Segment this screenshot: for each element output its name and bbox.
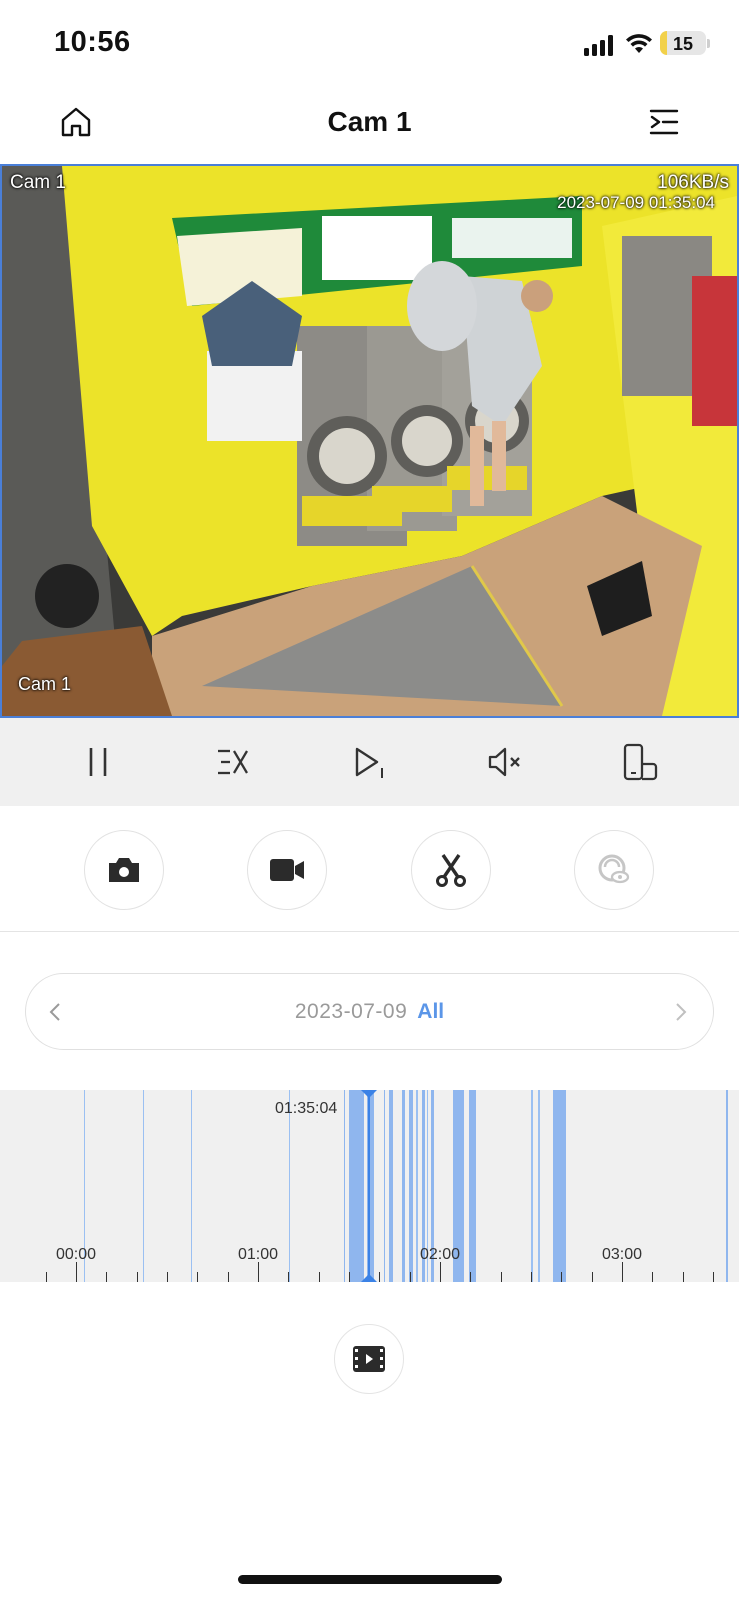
pause-icon[interactable] [78, 742, 118, 782]
speed-icon[interactable] [213, 742, 253, 782]
recording-segment[interactable] [725, 1090, 728, 1282]
hour-label: 01:00 [237, 1246, 279, 1263]
timeline-tick [45, 1272, 47, 1282]
battery-level: 15 [672, 34, 694, 54]
menu-indent-icon[interactable] [648, 106, 680, 138]
timeline-cursor[interactable] [368, 1090, 370, 1282]
record-button[interactable] [247, 830, 327, 910]
video-list-icon [353, 1346, 385, 1372]
recording-segment[interactable] [143, 1090, 145, 1282]
smart-search-icon [598, 854, 630, 884]
clip-button[interactable] [411, 830, 491, 910]
page-title: Cam 1 [327, 106, 412, 137]
selected-date[interactable]: 2023-07-09 [295, 1000, 407, 1023]
status-bar: 10:56 15 [0, 0, 739, 90]
cursor-time: 01:35:04 [275, 1100, 338, 1117]
timeline-tick [167, 1272, 168, 1282]
chevron-right-icon[interactable] [670, 1001, 690, 1023]
hour-label: 00:00 [55, 1246, 97, 1263]
timeline-tick [197, 1272, 199, 1282]
timeline-tick [531, 1272, 532, 1282]
timeline-tick [652, 1272, 654, 1282]
recording-segment[interactable] [531, 1090, 533, 1282]
timeline-tick [227, 1272, 229, 1282]
timeline-tick [500, 1272, 502, 1282]
recording-segment[interactable] [401, 1090, 406, 1282]
smart-search-button[interactable] [574, 830, 654, 910]
timeline-tick [258, 1262, 259, 1282]
action-buttons [0, 806, 739, 932]
timeline-tick [682, 1272, 684, 1282]
event-filter[interactable]: All [417, 1000, 444, 1023]
camera-feed-scene [2, 166, 737, 716]
camera-icon [109, 858, 139, 882]
timeline-tick [713, 1272, 714, 1282]
bitrate-label: 106KB/s [657, 172, 729, 193]
timeline-tick [409, 1272, 411, 1282]
timeline-tick [288, 1272, 290, 1282]
recording-segment[interactable] [552, 1090, 566, 1282]
timeline-tick [622, 1262, 623, 1282]
channel-label-bottom: Cam 1 [18, 674, 72, 694]
rotate-screen-icon[interactable] [620, 742, 660, 782]
timeline-tick [470, 1272, 472, 1282]
status-time: 10:56 [54, 26, 131, 58]
timeline-tick [591, 1272, 593, 1282]
scissors-icon [436, 854, 466, 887]
recording-segment[interactable] [349, 1090, 364, 1282]
timeline-tick [106, 1272, 108, 1282]
wifi-icon [626, 34, 652, 53]
recording-segment[interactable] [469, 1090, 477, 1282]
hour-label: 03:00 [601, 1246, 643, 1263]
cursor-marker-bottom [361, 1274, 377, 1282]
signal-icon [584, 35, 613, 56]
snapshot-button[interactable] [84, 830, 164, 910]
timeline-tick [136, 1272, 138, 1282]
battery-indicator: 15 [660, 31, 706, 55]
recording-segment[interactable] [343, 1090, 346, 1282]
video-player[interactable]: Cam 1 106KB/s 2023-07-09 01:35:04 Cam 1 [0, 164, 739, 718]
timeline-tick [379, 1272, 381, 1282]
channel-label-top: Cam 1 [10, 172, 66, 193]
timeline-tick [76, 1262, 77, 1282]
timeline-tick [318, 1272, 320, 1282]
video-record-icon [270, 859, 304, 881]
timeline-tick [561, 1272, 563, 1282]
timeline-tick [440, 1262, 441, 1282]
playback-timeline[interactable]: 01:35:04 00:00 01:00 02:00 03:00 [0, 1090, 739, 1282]
recording-segment[interactable] [190, 1090, 192, 1282]
mute-icon[interactable] [485, 742, 525, 782]
home-indicator [238, 1575, 502, 1584]
date-label[interactable]: 2023-07-09 All [0, 1000, 739, 1024]
battery-tip [707, 39, 710, 48]
cursor-marker-top [361, 1090, 377, 1098]
video-timestamp: 2023-07-09 01:35:04 [557, 193, 715, 212]
recording-segment[interactable] [389, 1090, 393, 1282]
recording-segment[interactable] [288, 1090, 290, 1282]
recording-segment[interactable] [538, 1090, 541, 1282]
nav-bar: Cam 1 [0, 90, 739, 162]
video-list-button[interactable] [334, 1324, 404, 1394]
recording-segment[interactable] [383, 1090, 386, 1282]
timeline-tick [349, 1272, 350, 1282]
play-next-frame-icon[interactable] [349, 742, 389, 782]
playback-control-bar [0, 718, 739, 806]
hour-label: 02:00 [419, 1246, 461, 1263]
